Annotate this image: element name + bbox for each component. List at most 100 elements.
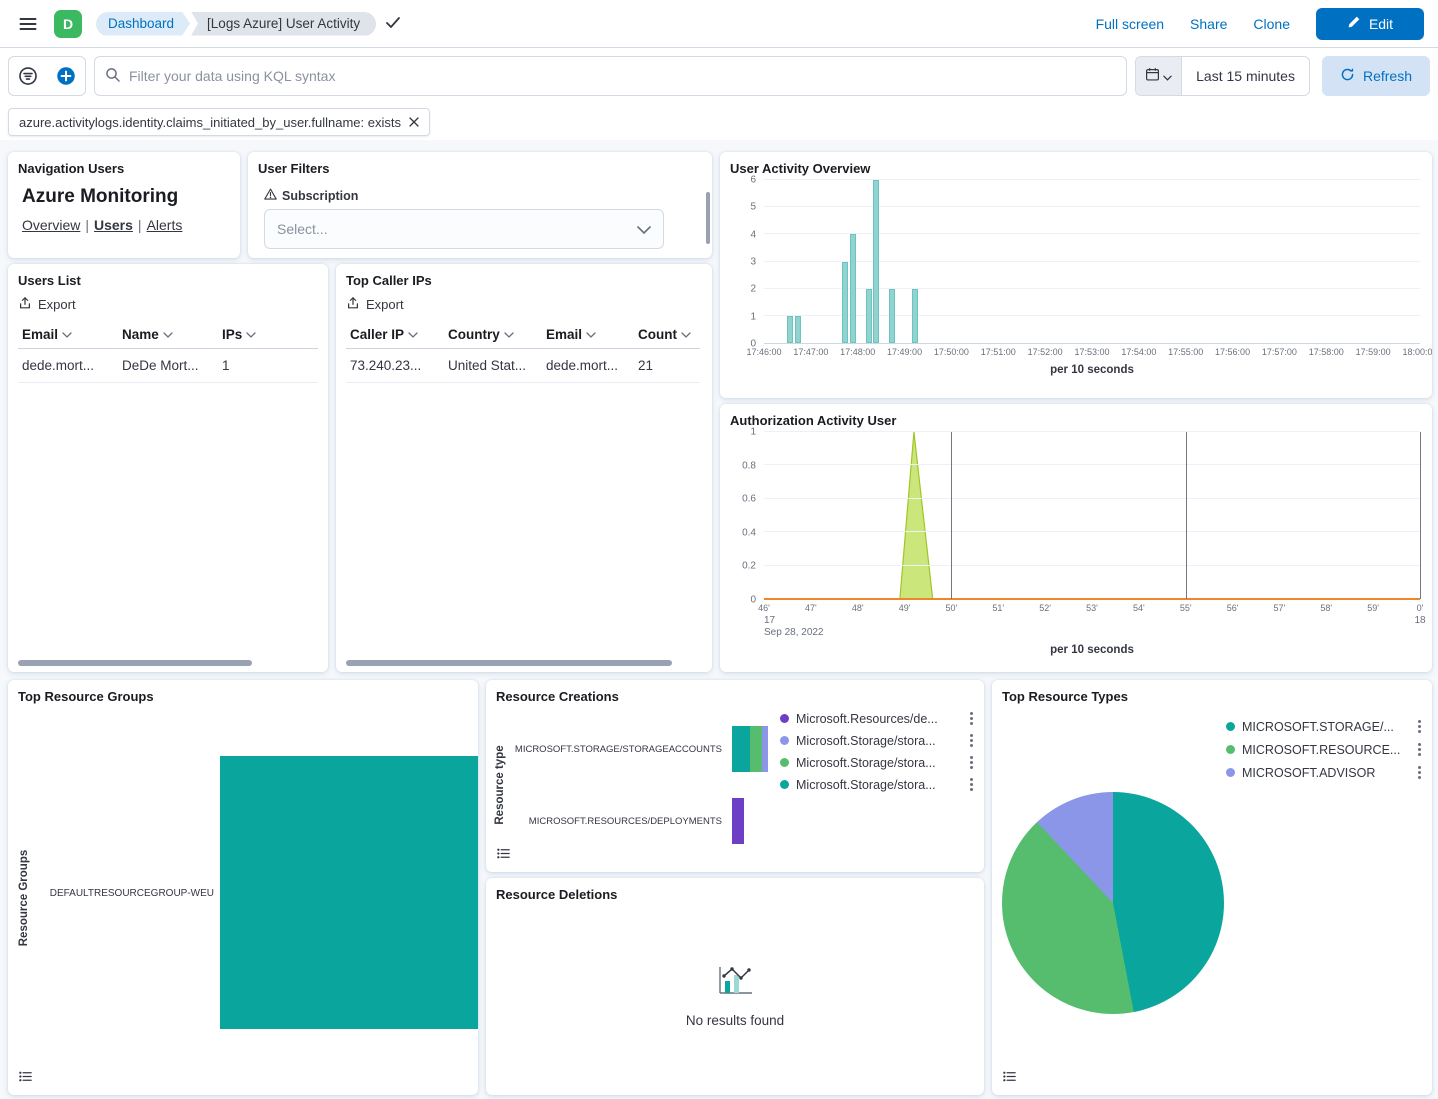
stacked-bar[interactable]: [732, 726, 768, 772]
x-tick-label: 17:59:00: [1356, 347, 1391, 357]
space-avatar[interactable]: D: [54, 10, 82, 38]
bar-segment[interactable]: [732, 798, 744, 844]
edit-label: Edit: [1369, 16, 1393, 32]
horizontal-scrollbar[interactable]: [346, 660, 672, 666]
close-icon[interactable]: [409, 117, 419, 127]
column-header-name[interactable]: Name: [118, 321, 218, 349]
panel-top-resource-types: Top Resource Types MICROSOFT.STORAGE/...…: [992, 680, 1432, 1095]
column-header-count[interactable]: Count: [634, 321, 700, 349]
check-icon: [386, 16, 400, 32]
nav-link-overview[interactable]: Overview: [22, 217, 80, 233]
legend-dot: [780, 758, 789, 767]
table-row[interactable]: dede.mort... DeDe Mort... 1: [18, 349, 318, 383]
legend-label: Microsoft.Storage/stora...: [796, 756, 936, 770]
add-filter-icon[interactable]: [47, 57, 85, 95]
histogram-bar[interactable]: [889, 289, 895, 343]
export-button[interactable]: Export: [346, 296, 404, 313]
spike-polygon: [900, 432, 933, 599]
bar-segment[interactable]: [762, 726, 768, 772]
gridline: [764, 179, 1420, 180]
y-tick-label: 0: [750, 595, 756, 606]
table-header-row: Caller IP Country Email Count: [346, 321, 700, 349]
edit-button[interactable]: Edit: [1316, 8, 1424, 40]
ellipsis-icon[interactable]: [1415, 741, 1424, 758]
legend-item[interactable]: MICROSOFT.RESOURCE...: [1226, 741, 1424, 758]
x-axis-title: per 10 seconds: [764, 360, 1420, 384]
histogram-bar[interactable]: [850, 234, 856, 343]
nav-link-alerts[interactable]: Alerts: [147, 217, 183, 233]
refresh-button[interactable]: Refresh: [1322, 56, 1430, 96]
panel-resource-creations: Resource Creations Resource type MICROSO…: [486, 680, 984, 872]
export-button[interactable]: Export: [18, 296, 76, 313]
stacked-bar[interactable]: [732, 798, 744, 844]
histogram-bar[interactable]: [795, 316, 801, 343]
legend-toggle-icon[interactable]: [1002, 1069, 1017, 1087]
cell-name: DeDe Mort...: [118, 349, 218, 383]
panel-resource-deletions: Resource Deletions No results found: [486, 878, 984, 1095]
chevron-down-icon: [62, 332, 72, 338]
column-label: Count: [638, 327, 677, 342]
histogram-bar[interactable]: [787, 316, 793, 343]
bar-segment[interactable]: [732, 726, 750, 772]
menu-icon[interactable]: [14, 10, 42, 38]
kql-search-input[interactable]: [129, 68, 1116, 84]
user-activity-chart: 0123456 17:46:0017:47:0017:48:0017:49:00…: [724, 180, 1420, 384]
resource-types-pie[interactable]: [1002, 792, 1224, 1014]
cell-ips: 1: [218, 349, 318, 383]
panel-title: Navigation Users: [8, 152, 240, 176]
full-screen-link[interactable]: Full screen: [1096, 16, 1164, 32]
subscription-label-text: Subscription: [282, 189, 358, 203]
x-tick-label: 17:57:00: [1262, 347, 1297, 357]
legend-item[interactable]: Microsoft.Storage/stora...: [780, 732, 976, 749]
time-range-button[interactable]: Last 15 minutes: [1182, 57, 1309, 95]
column-header-email[interactable]: Email: [542, 321, 634, 349]
legend-toggle-icon[interactable]: [496, 846, 511, 864]
ellipsis-icon[interactable]: [967, 732, 976, 749]
resource-groups-bar[interactable]: [220, 756, 478, 1029]
clone-link[interactable]: Clone: [1253, 16, 1290, 32]
histogram-bar[interactable]: [873, 180, 879, 343]
ellipsis-icon[interactable]: [967, 710, 976, 727]
ellipsis-icon[interactable]: [967, 776, 976, 793]
breadcrumb-current: [Logs Azure] User Activity: [191, 12, 376, 36]
ellipsis-icon[interactable]: [1415, 718, 1424, 735]
column-header-caller-ip[interactable]: Caller IP: [346, 321, 444, 349]
breadcrumb-dashboard[interactable]: Dashboard: [96, 12, 190, 36]
calendar-button[interactable]: [1136, 57, 1182, 95]
annotation-line: [1420, 432, 1421, 599]
x-tick-label: 17:46:00: [746, 347, 781, 357]
user-activity-plot[interactable]: [764, 180, 1420, 344]
legend-item[interactable]: MICROSOFT.STORAGE/...: [1226, 718, 1424, 735]
filter-icon[interactable]: [9, 57, 47, 95]
legend-item[interactable]: MICROSOFT.ADVISOR: [1226, 764, 1424, 781]
subscription-select[interactable]: Select...: [264, 209, 664, 249]
refresh-label: Refresh: [1363, 68, 1412, 84]
column-header-ips[interactable]: IPs: [218, 321, 318, 349]
gridline: [764, 531, 1420, 532]
resource-groups-plot[interactable]: [220, 720, 478, 1049]
horizontal-scrollbar[interactable]: [18, 660, 252, 666]
histogram-bar[interactable]: [842, 262, 848, 344]
ellipsis-icon[interactable]: [1415, 764, 1424, 781]
vertical-scrollbar[interactable]: [706, 192, 710, 244]
column-label: Name: [122, 327, 159, 342]
histogram-bar[interactable]: [866, 289, 872, 343]
auth-activity-plot[interactable]: [764, 432, 1420, 600]
top-actions: Full screen Share Clone Edit: [1096, 8, 1424, 40]
bar-segment[interactable]: [750, 726, 762, 772]
share-link[interactable]: Share: [1190, 16, 1227, 32]
legend-toggle-icon[interactable]: [18, 1069, 33, 1087]
column-header-country[interactable]: Country: [444, 321, 542, 349]
column-header-email[interactable]: Email: [18, 321, 118, 349]
legend-item[interactable]: Microsoft.Storage/stora...: [780, 776, 976, 793]
export-icon: [346, 296, 360, 313]
user-activity-yaxis: 0123456: [724, 180, 764, 344]
legend-item[interactable]: Microsoft.Storage/stora...: [780, 754, 976, 771]
panel-users-list: Users List Export Email Name IPs dede.mo…: [8, 264, 328, 672]
histogram-bar[interactable]: [912, 289, 918, 343]
filter-pill[interactable]: azure.activitylogs.identity.claims_initi…: [8, 108, 430, 136]
table-row[interactable]: 73.240.23... United Stat... dede.mort...…: [346, 349, 700, 383]
legend-item[interactable]: Microsoft.Resources/de...: [780, 710, 976, 727]
nav-link-users[interactable]: Users: [94, 217, 133, 233]
ellipsis-icon[interactable]: [967, 754, 976, 771]
